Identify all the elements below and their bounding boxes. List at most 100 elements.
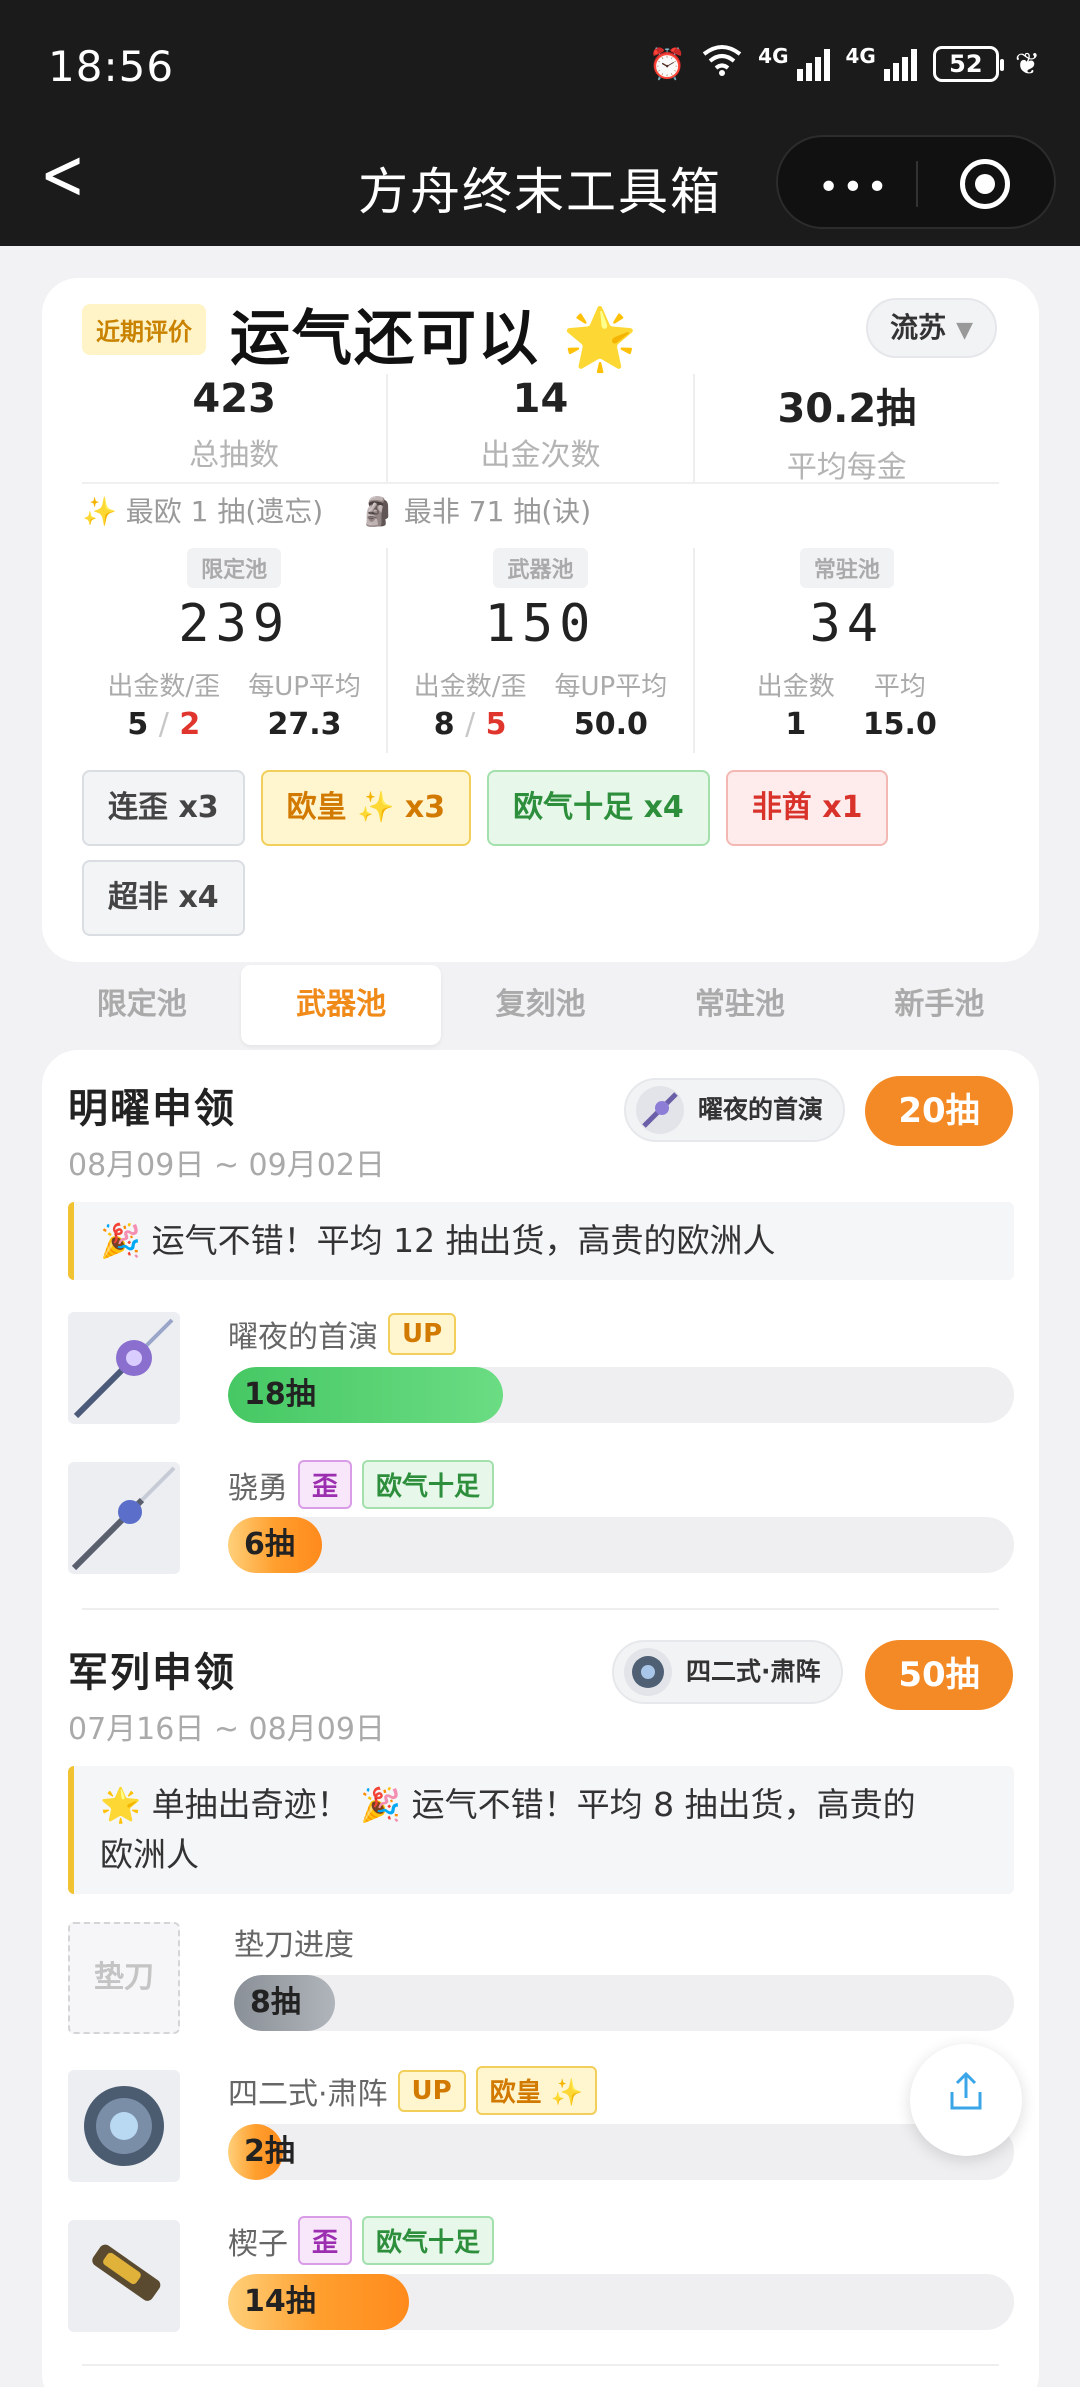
stat-value: 30.2抽 bbox=[777, 386, 917, 432]
featured-item-name: 曜夜的首演 bbox=[698, 1095, 824, 1124]
banner-list: 明曜申领 08月09日 ~ 09月02日 曜夜的首演 20抽 🎉 运气不错！平均… bbox=[42, 1050, 1039, 2387]
avg-per-up: 50.0 bbox=[573, 707, 648, 742]
avg-value: 15.0 bbox=[862, 707, 937, 742]
recent-rating-tag: 近期评价 bbox=[82, 304, 206, 355]
pull-progress-track: 14抽 bbox=[228, 2274, 1014, 2330]
pull-progress-bar: 18抽 bbox=[228, 1367, 504, 1423]
stat-total-pulls: 423 总抽数 bbox=[82, 374, 389, 482]
sub-label: 出金数/歪 bbox=[413, 672, 527, 702]
banner-dates: 08月09日 ~ 09月02日 bbox=[68, 1148, 385, 1183]
pull-progress-bar: 6抽 bbox=[228, 1517, 323, 1573]
share-button[interactable] bbox=[910, 2044, 1022, 2156]
pad-progress-track: 8抽 bbox=[234, 1975, 1014, 2031]
caret-down-icon: ▼ bbox=[956, 318, 973, 343]
featured-item-chip[interactable]: 四二式·肃阵 bbox=[612, 1640, 843, 1704]
stat-row: 423 总抽数 14 出金次数 30.2抽平均每金 bbox=[82, 374, 999, 485]
up-tag: UP bbox=[397, 2069, 466, 2112]
pool-standard: 常驻池 34 出金数 1 平均 15.0 bbox=[695, 548, 999, 753]
off-banner-tag: 歪 bbox=[298, 2216, 353, 2265]
weapon-image bbox=[68, 1462, 180, 1574]
item-row-name: 曜夜的首演 UP bbox=[228, 1312, 457, 1356]
pad-progress-bar: 8抽 bbox=[234, 1975, 336, 2031]
pad-placeholder: 垫刀 bbox=[68, 1922, 180, 2034]
stat-value: 423 bbox=[192, 376, 276, 422]
status-time: 18:56 bbox=[48, 42, 175, 91]
luck-message: 🌟 单抽出奇迹！ 🎉 运气不错！平均 8 抽出货，高贵的 欧洲人 bbox=[68, 1766, 1014, 1894]
gold-count: 1 bbox=[785, 707, 807, 742]
pool-limited: 限定池 239 出金数/歪 5 / 2 每UP平均 27.3 bbox=[82, 548, 389, 753]
item-name: 垫刀进度 bbox=[234, 1928, 354, 1963]
badge-streak-off: 连歪 x3 bbox=[82, 770, 245, 846]
worst-pull: 🗿 最非 71 抽(诀) bbox=[360, 495, 592, 528]
avg-per-up: 27.3 bbox=[267, 707, 342, 742]
tab-weapon[interactable]: 武器池 bbox=[241, 965, 441, 1045]
weapon-image bbox=[68, 1312, 180, 1424]
luck-message-line: 欧洲人 bbox=[100, 1835, 199, 1874]
item-row-name: 四二式·肃阵 UP 欧皇 ✨ bbox=[228, 2066, 598, 2115]
banner-divider bbox=[82, 1608, 999, 1610]
sub-label: 每UP平均 bbox=[248, 672, 361, 702]
badge-lucky: 欧皇 ✨ x3 bbox=[260, 770, 472, 846]
user-selector[interactable]: 流苏 ▼ bbox=[866, 298, 997, 358]
sub-label: 平均 bbox=[873, 672, 926, 702]
pool-value: 150 bbox=[484, 594, 597, 654]
battery-icon: 52 bbox=[932, 46, 1004, 82]
badge-super-unlucky: 超非 x4 bbox=[82, 860, 245, 936]
luck-message: 🎉 运气不错！平均 12 抽出货，高贵的欧洲人 bbox=[68, 1202, 1014, 1280]
pull-progress-track: 6抽 bbox=[228, 1517, 1014, 1573]
off-banner-tag: 歪 bbox=[298, 1460, 353, 1509]
tab-standard[interactable]: 常驻池 bbox=[640, 965, 839, 1045]
pool-value: 239 bbox=[178, 594, 291, 654]
summary-card: 近期评价 运气还可以 🌟 流苏 ▼ 423 总抽数 14 出金次数 30.2抽平均每金… bbox=[42, 278, 1039, 962]
stat-value: 14 bbox=[512, 376, 569, 422]
stat-gold-count: 14 出金次数 bbox=[388, 374, 695, 482]
user-name: 流苏 bbox=[890, 311, 947, 344]
luck-headline: 运气还可以 🌟 bbox=[230, 304, 640, 374]
lucky-tag: 欧皇 ✨ bbox=[475, 2066, 598, 2115]
pool-tabs: 限定池 武器池 复刻池 常驻池 新手池 bbox=[42, 965, 1039, 1045]
best-pull: ✨ 最欧 1 抽(遗忘) bbox=[82, 495, 324, 528]
gold-and-off-count: 5 / 2 bbox=[127, 707, 201, 742]
more-menu-button[interactable]: ••• bbox=[818, 167, 891, 208]
tab-limited[interactable]: 限定池 bbox=[42, 965, 241, 1045]
item-row-name: 垫刀进度 bbox=[234, 1920, 354, 1964]
gold-and-off-count: 8 / 5 bbox=[433, 707, 507, 742]
achievement-badges: 连歪 x3 欧皇 ✨ x3 欧气十足 x4 非酋 x1 超非 x4 bbox=[82, 770, 999, 936]
up-tag: UP bbox=[388, 1313, 457, 1355]
network-type-2: 4G bbox=[845, 44, 876, 68]
pool-label: 常驻池 bbox=[799, 548, 894, 588]
wifi-icon bbox=[702, 44, 742, 84]
signal-icon-1 bbox=[796, 47, 830, 81]
banner-divider bbox=[82, 2364, 999, 2366]
banner-title: 明曜申领 bbox=[68, 1086, 236, 1132]
pull-progress-bar: 2抽 bbox=[228, 2124, 295, 2180]
pool-label: 限定池 bbox=[187, 548, 282, 588]
weapon-image bbox=[68, 2070, 180, 2182]
stat-label: 平均每金 bbox=[786, 450, 907, 485]
badge-unlucky: 非酋 x1 bbox=[725, 770, 889, 846]
lucky-tag: 欧气十足 bbox=[362, 2216, 495, 2265]
weapon-icon bbox=[636, 1086, 684, 1134]
capsule-divider bbox=[916, 161, 918, 207]
featured-item-name: 四二式·肃阵 bbox=[686, 1657, 821, 1686]
pool-label: 武器池 bbox=[493, 548, 588, 588]
item-name: 楔子 bbox=[228, 2226, 288, 2262]
tab-beginner[interactable]: 新手池 bbox=[840, 965, 1039, 1045]
alarm-icon: ⏰ bbox=[648, 46, 687, 82]
pull-progress-track: 18抽 bbox=[228, 1367, 1014, 1423]
tab-rerun[interactable]: 复刻池 bbox=[441, 965, 640, 1045]
weapon-icon bbox=[624, 1648, 672, 1696]
close-program-button[interactable] bbox=[960, 159, 1010, 209]
featured-item-chip[interactable]: 曜夜的首演 bbox=[624, 1078, 846, 1142]
item-name: 曜夜的首演 bbox=[228, 1320, 378, 1355]
stat-label: 出金次数 bbox=[480, 438, 601, 473]
banner-title: 军列申领 bbox=[68, 1650, 236, 1696]
pool-weapon: 武器池 150 出金数/歪 8 / 5 每UP平均 50.0 bbox=[388, 548, 695, 753]
status-icons: ⏰ 4G 4G 52 ❦ bbox=[649, 44, 1040, 84]
pull-progress-track: 2抽 bbox=[228, 2124, 1014, 2180]
item-name: 骁勇 bbox=[228, 1470, 288, 1506]
lucky-tag: 欧气十足 bbox=[362, 1460, 495, 1509]
stat-label: 总抽数 bbox=[189, 438, 280, 473]
best-worst-line: ✨ 最欧 1 抽(遗忘) 🗿 最非 71 抽(诀) bbox=[82, 490, 619, 530]
sub-label: 出金数/歪 bbox=[107, 672, 221, 702]
